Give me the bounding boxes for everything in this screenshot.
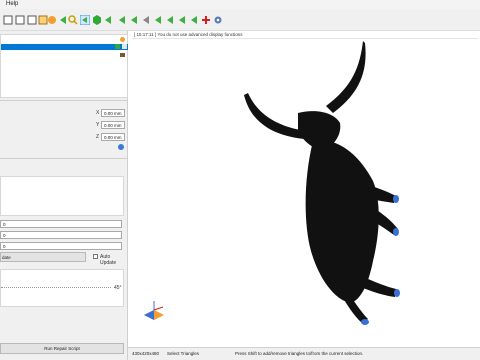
hoof bbox=[393, 195, 399, 203]
update-button[interactable]: date bbox=[0, 252, 86, 262]
angle-panel: 45° bbox=[0, 269, 124, 307]
angle-slider[interactable] bbox=[1, 287, 111, 290]
hoof bbox=[394, 289, 400, 297]
green-arrow-icon[interactable] bbox=[165, 15, 175, 25]
search-icon[interactable] bbox=[68, 15, 78, 25]
select-icon[interactable] bbox=[80, 15, 90, 25]
settings-icon[interactable] bbox=[213, 15, 223, 25]
left-horn bbox=[244, 93, 306, 139]
splitter[interactable] bbox=[0, 100, 128, 103]
undo-icon[interactable] bbox=[3, 15, 13, 25]
copy-icon[interactable] bbox=[27, 15, 37, 25]
green-arrow-icon[interactable] bbox=[117, 15, 127, 25]
refresh-icon[interactable] bbox=[120, 37, 125, 42]
auto-update-label: Auto Update bbox=[100, 254, 117, 266]
toolbar bbox=[0, 9, 480, 31]
arrow-icon[interactable] bbox=[103, 15, 113, 25]
orange-circle-icon[interactable] bbox=[47, 15, 57, 25]
angle-value: 45° bbox=[114, 285, 122, 291]
menu-help[interactable]: Help bbox=[6, 1, 18, 7]
y-label: Y bbox=[96, 122, 100, 128]
position-y-field[interactable]: 0.00 mm bbox=[101, 121, 125, 129]
body bbox=[305, 140, 379, 303]
selected-object-row[interactable] bbox=[1, 44, 128, 50]
status-dimensions: 430x420x480 bbox=[132, 351, 160, 356]
green-hexagon-icon[interactable] bbox=[92, 15, 102, 25]
left-panel: X 0.00 mm Y 0.00 mm Z 0.00 mm 0 0 0 date… bbox=[0, 31, 128, 360]
auto-update-checkbox[interactable] bbox=[93, 254, 98, 259]
hoof bbox=[393, 228, 399, 236]
green-arrow-icon[interactable] bbox=[189, 15, 199, 25]
close-icon[interactable] bbox=[122, 44, 127, 49]
status-hint: Press Shift to add/remove triangles to/f… bbox=[235, 351, 364, 356]
add-icon[interactable] bbox=[201, 15, 211, 25]
bull-model[interactable] bbox=[128, 31, 480, 347]
position-x-field[interactable]: 0.00 mm bbox=[101, 109, 125, 117]
green-arrow-icon[interactable] bbox=[177, 15, 187, 25]
right-horn bbox=[326, 41, 366, 113]
run-repair-script-button[interactable]: Run Repair Script bbox=[0, 343, 124, 354]
value-field-3[interactable]: 0 bbox=[0, 242, 122, 250]
check-icon[interactable] bbox=[115, 44, 120, 49]
3d-viewport[interactable]: [ 15:17:11 ] You do not use advanced dis… bbox=[128, 31, 480, 347]
status-mode: Select Triangles bbox=[167, 351, 200, 356]
object-list[interactable] bbox=[0, 34, 128, 98]
green-arrow-icon[interactable] bbox=[129, 15, 139, 25]
z-label: Z bbox=[96, 134, 100, 140]
tool-preview-box bbox=[0, 176, 124, 216]
hoof bbox=[361, 319, 369, 325]
green-arrow-icon[interactable] bbox=[153, 15, 163, 25]
redo-icon[interactable] bbox=[15, 15, 25, 25]
x-label: X bbox=[96, 110, 100, 116]
splitter[interactable] bbox=[0, 158, 128, 161]
value-field-2[interactable]: 0 bbox=[0, 231, 122, 239]
value-field-1[interactable]: 0 bbox=[0, 220, 122, 228]
menu-bar: Help bbox=[0, 0, 480, 9]
status-bar: 430x420x480 Select Triangles Press Shift… bbox=[128, 347, 480, 360]
green-arrow-icon[interactable] bbox=[58, 15, 68, 25]
apply-icon[interactable] bbox=[118, 144, 124, 150]
gray-arrow-icon[interactable] bbox=[141, 15, 151, 25]
folder-icon[interactable] bbox=[120, 53, 125, 57]
axis-gizmo bbox=[144, 301, 164, 320]
position-z-field[interactable]: 0.00 mm bbox=[101, 133, 125, 141]
